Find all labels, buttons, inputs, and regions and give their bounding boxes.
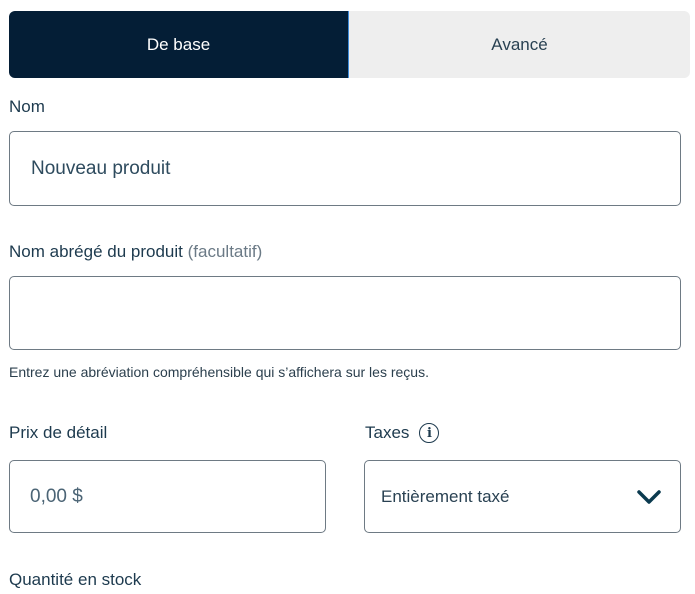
name-field-container: [9, 131, 681, 206]
name-field[interactable]: [10, 132, 680, 205]
taxes-selected-value: Entièrement taxé: [381, 486, 510, 506]
tab-bar: De base Avancé: [9, 11, 690, 78]
short-name-helper-text: Entrez une abréviation compréhensible qu…: [9, 364, 429, 380]
taxes-label: Taxes i: [365, 423, 440, 443]
taxes-select[interactable]: Entièrement taxé: [364, 460, 681, 533]
price-label: Prix de détail: [9, 423, 108, 442]
stock-label: Quantité en stock: [9, 570, 142, 589]
short-name-label: Nom abrégé du produit (facultatif): [9, 242, 262, 262]
short-name-field[interactable]: [10, 277, 680, 349]
short-name-field-container: [9, 276, 681, 350]
name-label: Nom: [9, 97, 45, 116]
tab-basic[interactable]: De base: [9, 11, 349, 78]
tab-advanced[interactable]: Avancé: [349, 11, 690, 78]
taxes-label-text: Taxes: [365, 423, 410, 442]
optional-hint: (facultatif): [187, 242, 263, 261]
info-icon[interactable]: i: [419, 423, 440, 443]
chevron-down-icon: [637, 489, 661, 504]
price-field-container: [9, 460, 326, 533]
price-field[interactable]: [10, 461, 325, 532]
short-name-label-text: Nom abrégé du produit: [9, 242, 183, 261]
